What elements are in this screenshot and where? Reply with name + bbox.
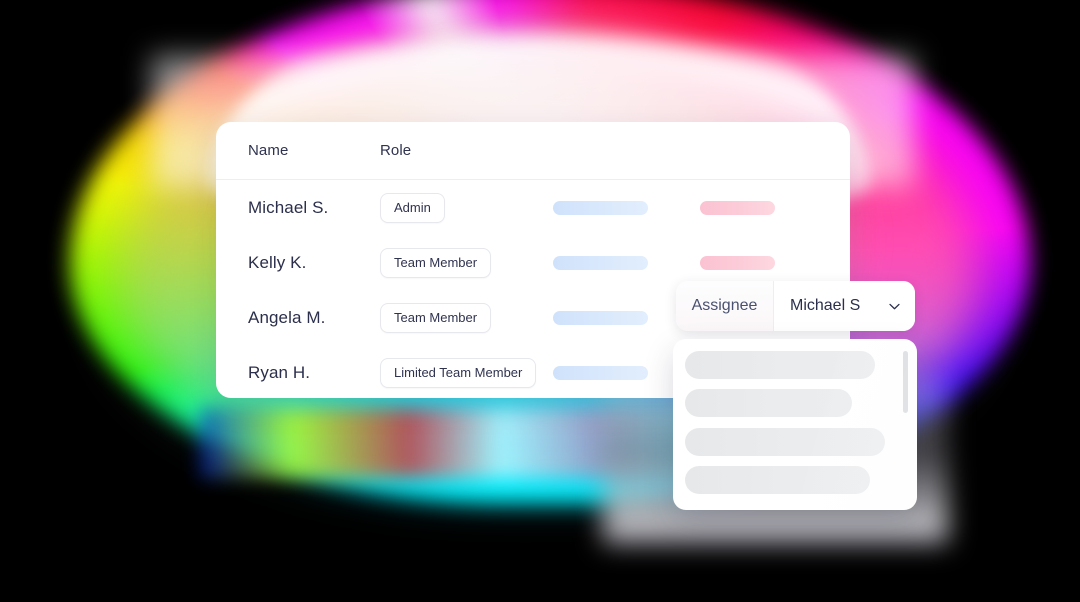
table-row[interactable]: Michael S. Admin: [216, 180, 850, 235]
table-header-row: Name Role: [216, 122, 850, 180]
assignee-selector[interactable]: Assignee Michael S: [676, 281, 915, 331]
dropdown-scrollbar[interactable]: [903, 351, 908, 413]
member-name: Angela M.: [248, 307, 326, 327]
column-header-name: Name: [248, 142, 289, 159]
skeleton-bar-pink: [700, 255, 775, 270]
dropdown-option-placeholder[interactable]: [685, 428, 885, 456]
dropdown-option-placeholder[interactable]: [685, 466, 870, 494]
dropdown-option-placeholder[interactable]: [685, 351, 875, 379]
skeleton-bar-pink: [700, 200, 775, 215]
assignee-label: Assignee: [676, 281, 774, 331]
skeleton-bar-blue: [553, 310, 648, 325]
role-badge[interactable]: Team Member: [380, 302, 492, 333]
member-role-cell: Admin: [380, 192, 445, 223]
skeleton-bar-blue: [553, 200, 648, 215]
member-name: Kelly K.: [248, 252, 307, 272]
member-role-cell: Team Member: [380, 247, 492, 278]
skeleton-bar-blue: [553, 365, 648, 380]
skeleton-bar-blue: [553, 255, 648, 270]
assignee-value-button[interactable]: Michael S: [774, 281, 915, 331]
member-name: Ryan H.: [248, 362, 311, 382]
member-role-cell: Team Member: [380, 302, 492, 333]
column-header-role: Role: [380, 142, 412, 159]
member-name: Michael S.: [248, 197, 329, 217]
role-badge[interactable]: Team Member: [380, 247, 492, 278]
assignee-dropdown-panel[interactable]: [673, 339, 917, 510]
member-role-cell: Limited Team Member: [380, 357, 537, 388]
assignee-selected-value: Michael S: [790, 297, 861, 314]
role-badge[interactable]: Limited Team Member: [380, 357, 537, 388]
dropdown-option-placeholder[interactable]: [685, 389, 852, 417]
role-badge[interactable]: Admin: [380, 192, 445, 223]
chevron-down-icon[interactable]: [888, 300, 901, 313]
